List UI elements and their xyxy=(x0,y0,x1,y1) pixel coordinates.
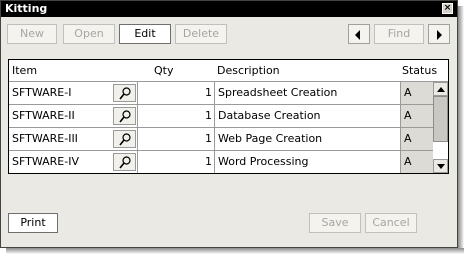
qty-cell[interactable]: 1 xyxy=(138,151,212,173)
grid-scrollbar[interactable] xyxy=(433,82,448,173)
find-button[interactable]: Find xyxy=(374,24,424,44)
cancel-button[interactable]: Cancel xyxy=(365,213,417,233)
status-cell[interactable]: A xyxy=(404,151,412,173)
item-lookup-button[interactable] xyxy=(113,84,136,102)
item-cell[interactable]: SFTWARE-IV xyxy=(12,151,79,173)
item-cell[interactable]: SFTWARE-II xyxy=(12,105,75,127)
description-cell[interactable]: Database Creation xyxy=(218,105,321,127)
table-row[interactable]: SFTWARE-II 1 Database Creation A xyxy=(9,105,448,128)
column-divider xyxy=(214,151,215,173)
column-header-item: Item xyxy=(12,64,38,77)
item-lookup-button[interactable] xyxy=(113,107,136,125)
column-divider xyxy=(214,105,215,127)
print-button[interactable]: Print xyxy=(8,213,58,233)
status-cell[interactable]: A xyxy=(404,128,412,150)
kitting-window: Kitting × New Open Edit Delete Find Item… xyxy=(0,0,458,248)
status-cell[interactable]: A xyxy=(404,105,412,127)
item-cell[interactable]: SFTWARE-I xyxy=(12,82,71,104)
next-button[interactable] xyxy=(428,24,450,44)
scroll-down-icon[interactable] xyxy=(433,159,448,173)
column-divider xyxy=(214,128,215,150)
close-button[interactable]: × xyxy=(442,3,453,14)
column-divider xyxy=(214,82,215,104)
close-icon: × xyxy=(443,3,452,13)
window-shadow-bottom xyxy=(6,248,464,254)
column-header-status: Status xyxy=(402,64,438,77)
item-cell[interactable]: SFTWARE-III xyxy=(12,128,78,150)
scrollbar-thumb[interactable] xyxy=(433,96,448,142)
new-button[interactable]: New xyxy=(7,24,57,44)
window-title: Kitting xyxy=(5,2,48,15)
magnifier-icon xyxy=(119,156,131,169)
delete-button[interactable]: Delete xyxy=(175,24,227,44)
right-arrow-icon xyxy=(437,30,442,40)
item-lookup-button[interactable] xyxy=(113,153,136,171)
description-cell[interactable]: Spreadsheet Creation xyxy=(218,82,337,104)
save-button[interactable]: Save xyxy=(309,213,361,233)
qty-cell[interactable]: 1 xyxy=(138,82,212,104)
left-arrow-icon xyxy=(355,30,360,40)
magnifier-icon xyxy=(119,110,131,123)
window-shadow-right xyxy=(458,6,464,250)
description-cell[interactable]: Web Page Creation xyxy=(218,128,322,150)
table-row[interactable]: SFTWARE-I 1 Spreadsheet Creation A xyxy=(9,82,448,105)
open-button[interactable]: Open xyxy=(63,24,115,44)
scroll-up-icon[interactable] xyxy=(433,82,448,96)
magnifier-icon xyxy=(119,133,131,146)
magnifier-icon xyxy=(119,87,131,100)
column-header-description: Description xyxy=(217,64,280,77)
status-cell[interactable]: A xyxy=(404,82,412,104)
title-bar: Kitting × xyxy=(1,1,457,17)
qty-cell[interactable]: 1 xyxy=(138,128,212,150)
table-row[interactable]: SFTWARE-III 1 Web Page Creation A xyxy=(9,128,448,151)
qty-cell[interactable]: 1 xyxy=(138,105,212,127)
item-lookup-button[interactable] xyxy=(113,130,136,148)
previous-button[interactable] xyxy=(348,24,370,44)
column-header-qty: Qty xyxy=(154,64,174,77)
description-cell[interactable]: Word Processing xyxy=(218,151,309,173)
kitting-grid: Item Qty Description Status SFTWARE-I 1 … xyxy=(8,59,449,174)
table-row[interactable]: SFTWARE-IV 1 Word Processing A xyxy=(9,151,448,173)
edit-button[interactable]: Edit xyxy=(119,24,171,44)
